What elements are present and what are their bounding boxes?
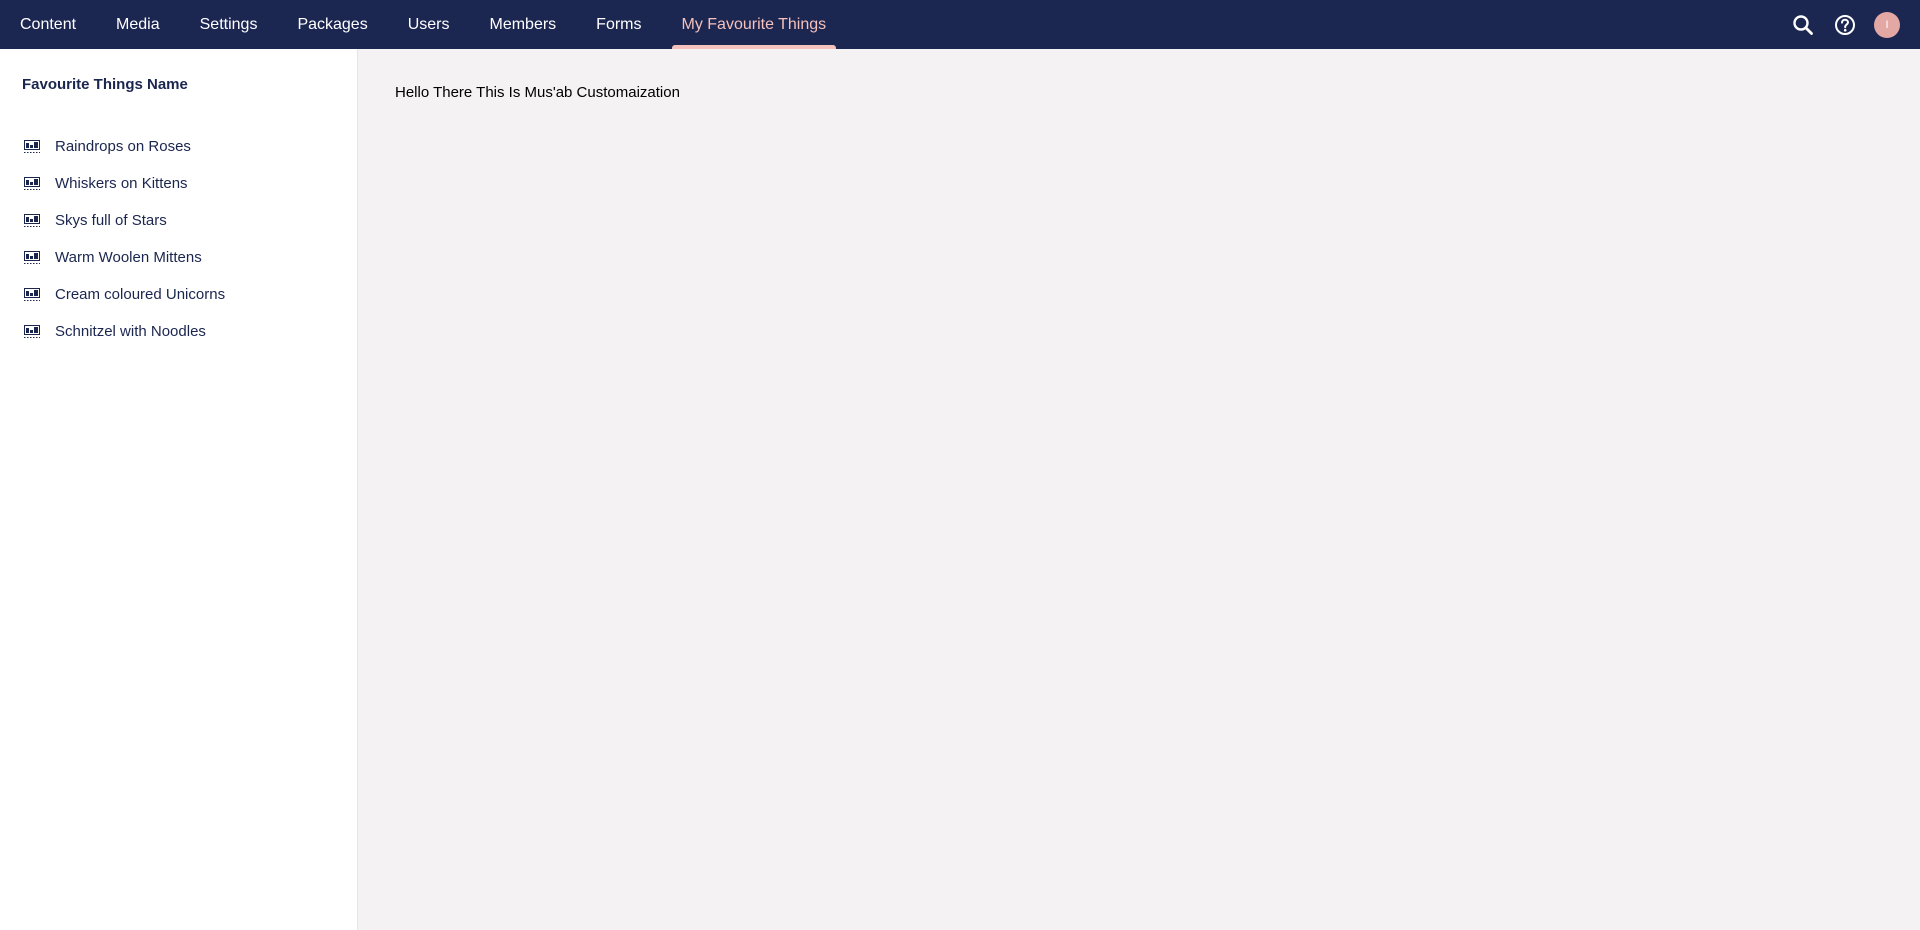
- tree-item[interactable]: Warm Woolen Mittens: [0, 239, 357, 276]
- main-content: Hello There This Is Mus'ab Customaizatio…: [359, 49, 1920, 930]
- tree-item[interactable]: Skys full of Stars: [0, 202, 357, 239]
- tree-item[interactable]: Schnitzel with Noodles: [0, 313, 357, 350]
- tree-item[interactable]: Whiskers on Kittens: [0, 165, 357, 202]
- tree-item-label: Schnitzel with Noodles: [55, 323, 206, 340]
- document-icon: [24, 139, 40, 154]
- nav-item-users[interactable]: Users: [398, 0, 460, 49]
- nav-item-packages[interactable]: Packages: [287, 0, 377, 49]
- nav-item-content[interactable]: Content: [10, 0, 86, 49]
- nav-item-my-favourite-things[interactable]: My Favourite Things: [671, 0, 837, 49]
- sidebar: Favourite Things Name Raindrops on Roses…: [0, 49, 358, 930]
- tree-item[interactable]: Raindrops on Roses: [0, 128, 357, 165]
- document-icon: [24, 213, 40, 228]
- tree-item-label: Whiskers on Kittens: [55, 175, 188, 192]
- tree-title: Favourite Things Name: [22, 76, 188, 93]
- nav-item-members[interactable]: Members: [479, 0, 566, 49]
- tree-item-label: Warm Woolen Mittens: [55, 249, 202, 266]
- nav-item-forms[interactable]: Forms: [586, 0, 651, 49]
- help-button[interactable]: [1832, 12, 1858, 38]
- help-icon: [1835, 14, 1855, 35]
- document-icon: [24, 324, 40, 339]
- nav-item-settings[interactable]: Settings: [190, 0, 268, 49]
- greeting-text: Hello There This Is Mus'ab Customaizatio…: [395, 84, 680, 101]
- section-nav: Content Media Settings Packages Users Me…: [0, 0, 856, 49]
- document-icon: [24, 250, 40, 265]
- tree-item-label: Raindrops on Roses: [55, 138, 191, 155]
- search-icon: [1793, 14, 1813, 35]
- favourite-things-tree: Raindrops on Roses Whiskers on Kittens S…: [0, 128, 357, 350]
- header-tools: I: [1790, 0, 1920, 49]
- document-icon: [24, 176, 40, 191]
- tree-item-label: Skys full of Stars: [55, 212, 167, 229]
- top-header: Content Media Settings Packages Users Me…: [0, 0, 1920, 49]
- document-icon: [24, 287, 40, 302]
- tree-item-label: Cream coloured Unicorns: [55, 286, 226, 303]
- nav-item-media[interactable]: Media: [106, 0, 170, 49]
- tree-item[interactable]: Cream coloured Unicorns: [0, 276, 357, 313]
- search-button[interactable]: [1790, 12, 1816, 38]
- user-avatar[interactable]: I: [1874, 11, 1900, 38]
